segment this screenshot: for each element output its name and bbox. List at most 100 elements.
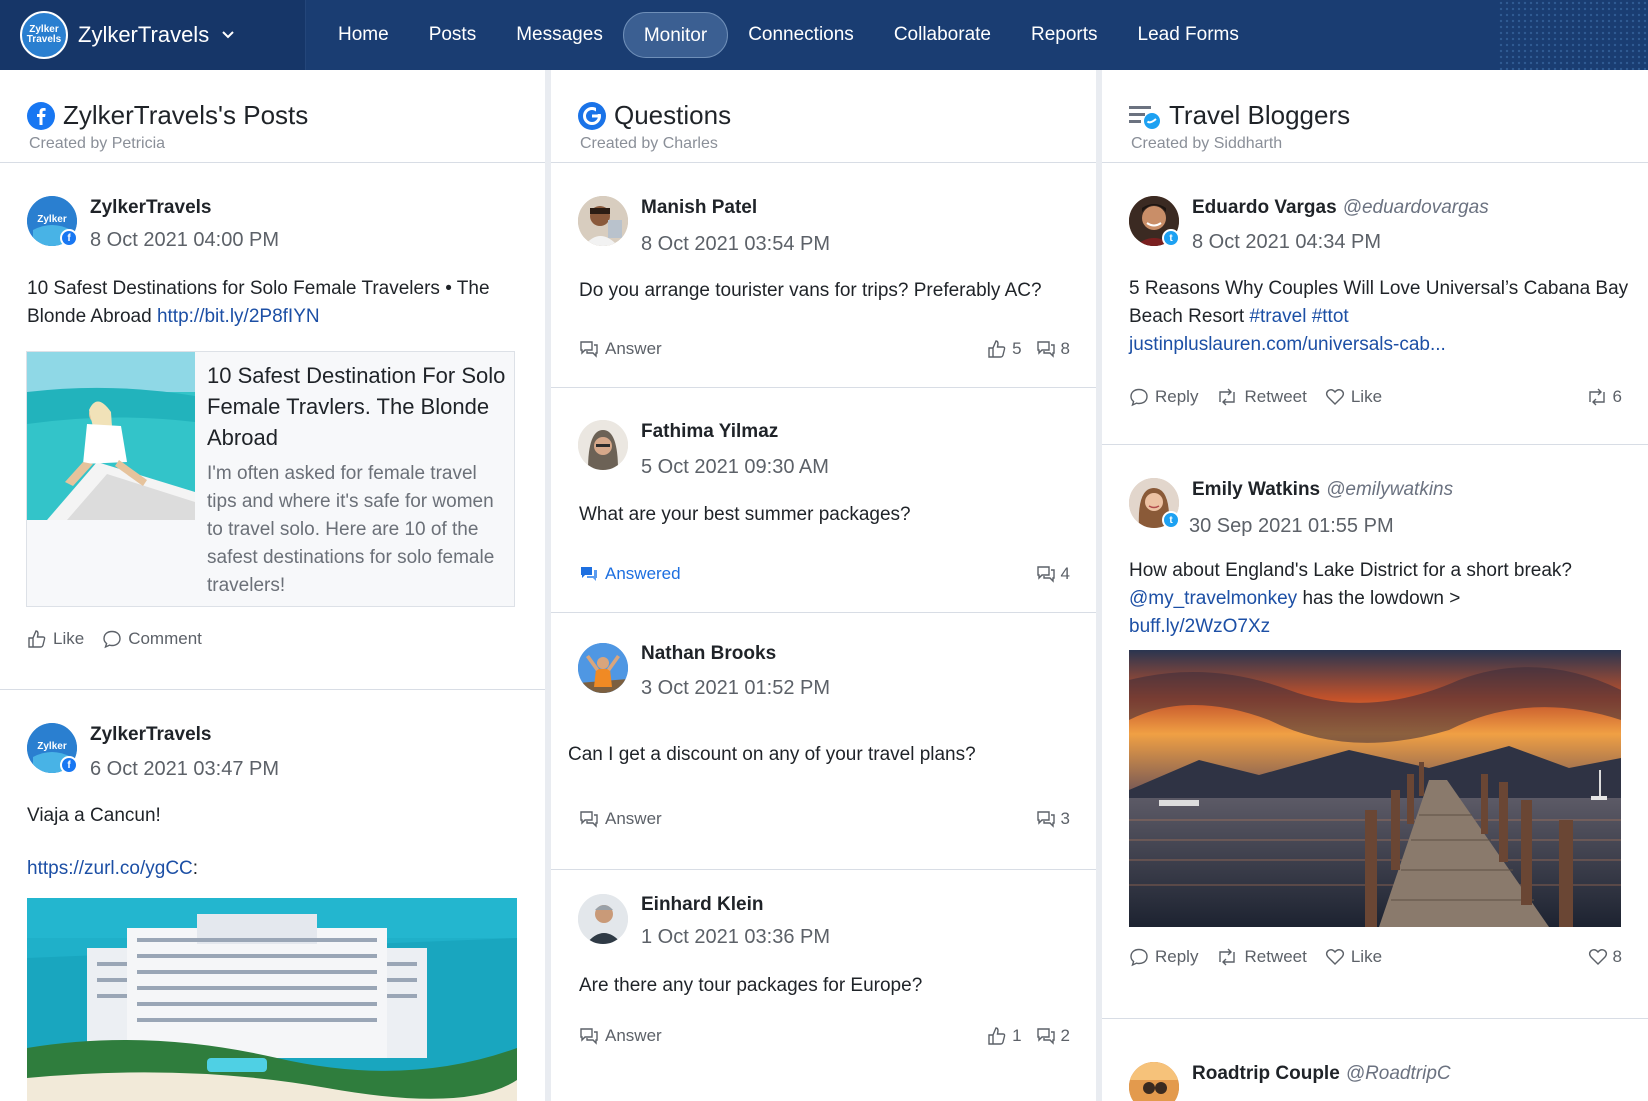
- main-nav: Home Posts Messages Monitor Connections …: [318, 12, 1259, 58]
- post-link[interactable]: http://bit.ly/2P8fIYN: [157, 306, 320, 327]
- question-author[interactable]: Fathima Yilmaz: [641, 421, 778, 443]
- comments-count: 2: [1036, 1026, 1070, 1046]
- nav-reports[interactable]: Reports: [1011, 12, 1118, 58]
- retweet-count: 6: [1586, 387, 1622, 407]
- comments-count: 4: [1036, 564, 1070, 584]
- comment-icon: [103, 630, 121, 649]
- retweet-button[interactable]: Retweet: [1216, 947, 1307, 967]
- column-title: Travel Bloggers: [1169, 100, 1351, 130]
- mention-link[interactable]: @my_travelmonkey: [1129, 588, 1297, 609]
- comment-button[interactable]: Comment: [102, 629, 202, 649]
- avatar: [578, 894, 628, 944]
- question-text: Do you arrange tourister vans for trips?…: [579, 280, 1042, 301]
- stream-column-facebook: ZylkerTravels's Posts Created by Petrici…: [0, 70, 545, 1101]
- retweet-icon: [1588, 388, 1605, 406]
- reply-button[interactable]: Reply: [1129, 947, 1198, 967]
- link-preview-card[interactable]: 10 Safest Destination For Solo Female Tr…: [26, 351, 515, 607]
- google-icon: [578, 101, 606, 130]
- column-creator: Created by Petricia: [29, 135, 166, 152]
- top-navigation-bar: Zylker Travels ZylkerTravels Home Posts …: [0, 0, 1648, 70]
- hashtag-link[interactable]: #travel #ttot: [1249, 306, 1348, 327]
- like-button[interactable]: Like: [1325, 947, 1382, 967]
- tweet-link[interactable]: buff.ly/2WzO7Xz: [1129, 616, 1270, 637]
- post-author[interactable]: ZylkerTravels: [90, 724, 211, 746]
- question-stats: 4: [1022, 564, 1070, 584]
- answered-status[interactable]: Answered: [579, 564, 681, 584]
- avatar: [578, 420, 628, 470]
- nav-lead-forms[interactable]: Lead Forms: [1118, 12, 1259, 58]
- question-time: 1 Oct 2021 03:36 PM: [641, 926, 831, 948]
- nav-connections[interactable]: Connections: [728, 12, 874, 58]
- like-count: 8: [1588, 947, 1622, 967]
- tweet-link[interactable]: justinpluslauren.com/universals-cab...: [1129, 334, 1446, 355]
- nav-messages[interactable]: Messages: [496, 12, 623, 58]
- nav-posts[interactable]: Posts: [409, 12, 497, 58]
- question-card: Nathan Brooks 3 Oct 2021 01:52 PM Can I …: [551, 613, 1096, 870]
- heart-icon: [1325, 389, 1344, 405]
- tweet-author[interactable]: Roadtrip Couple @RoadtripC: [1192, 1063, 1451, 1085]
- question-author[interactable]: Manish Patel: [641, 197, 757, 219]
- stream-column-questions: Questions Created by Charles Manish Pate…: [551, 70, 1096, 1101]
- post-author[interactable]: ZylkerTravels: [90, 197, 211, 219]
- question-card: Einhard Klein 1 Oct 2021 03:36 PM Are th…: [551, 870, 1096, 1100]
- post-image[interactable]: [27, 898, 517, 1101]
- post-text: 10 Safest Destinations for Solo Female T…: [27, 278, 490, 327]
- link-preview-image: [27, 352, 195, 520]
- tweet-handle[interactable]: @eduardovargas: [1343, 197, 1489, 218]
- tweet-author[interactable]: Eduardo Vargas @eduardovargas: [1192, 197, 1489, 219]
- tweet-image[interactable]: [1129, 650, 1621, 927]
- tweet-actions: Reply Retweet Like: [1129, 947, 1400, 967]
- answer-button[interactable]: Answer: [579, 1026, 662, 1046]
- thumbs-up-icon: [28, 630, 46, 648]
- post-card: Zylker f ZylkerTravels 8 Oct 2021 04:00 …: [0, 163, 545, 690]
- facebook-badge-icon: f: [60, 229, 78, 247]
- link-preview-description: I'm often asked for female travel tips a…: [207, 463, 495, 596]
- tweet-handle[interactable]: @RoadtripC: [1346, 1063, 1451, 1084]
- reply-button[interactable]: Reply: [1129, 387, 1198, 407]
- question-actions: Answered: [579, 564, 699, 584]
- tweet-handle[interactable]: @emilywatkins: [1326, 479, 1453, 500]
- post-text: Viaja a Cancun!: [27, 805, 161, 826]
- nav-home[interactable]: Home: [318, 12, 409, 58]
- brand-logo: Zylker Travels: [20, 11, 68, 59]
- answer-button[interactable]: Answer: [579, 339, 662, 359]
- tweet-card: Roadtrip Couple @RoadtripC: [1102, 1019, 1648, 1101]
- like-button[interactable]: Like: [27, 629, 84, 649]
- svg-text:Zylker: Zylker: [37, 214, 67, 225]
- avatar: [578, 643, 628, 693]
- thumbs-up-icon: [988, 340, 1006, 358]
- column-header: ZylkerTravels's Posts Created by Petrici…: [0, 70, 545, 163]
- avatar: [578, 196, 628, 246]
- question-stats: 1 2: [973, 1026, 1070, 1046]
- tweet-card: t Eduardo Vargas @eduardovargas 8 Oct 202…: [1102, 163, 1648, 445]
- twitter-list-icon: [1129, 102, 1161, 130]
- post-card: Zylker f ZylkerTravels 6 Oct 2021 03:47 …: [0, 690, 545, 1101]
- question-author[interactable]: Nathan Brooks: [641, 643, 776, 665]
- post-link[interactable]: https://zurl.co/ygCC: [27, 858, 193, 879]
- question-text: What are your best summer packages?: [579, 504, 911, 525]
- svg-text:Zylker: Zylker: [37, 741, 67, 752]
- post-actions: Like Comment: [27, 629, 220, 649]
- nav-monitor[interactable]: Monitor: [622, 12, 729, 58]
- retweet-button[interactable]: Retweet: [1216, 387, 1307, 407]
- question-actions: Answer: [579, 809, 680, 829]
- question-text: Are there any tour packages for Europe?: [579, 975, 923, 996]
- heart-icon: [1588, 949, 1607, 965]
- post-link-line: https://zurl.co/ygCC:: [27, 858, 199, 879]
- tweet-time: 8 Oct 2021 04:34 PM: [1192, 231, 1382, 253]
- question-time: 8 Oct 2021 03:54 PM: [641, 233, 831, 255]
- twitter-badge-icon: t: [1162, 511, 1180, 529]
- nav-collaborate[interactable]: Collaborate: [874, 12, 1011, 58]
- question-author[interactable]: Einhard Klein: [641, 894, 763, 916]
- reply-icon: [1130, 948, 1148, 967]
- answer-button[interactable]: Answer: [579, 809, 662, 829]
- brand-name: ZylkerTravels: [78, 22, 210, 47]
- avatar: [1129, 1062, 1179, 1101]
- question-stats: 5 8: [973, 339, 1070, 359]
- twitter-badge-icon: t: [1162, 229, 1180, 247]
- brand-switcher[interactable]: Zylker Travels ZylkerTravels: [0, 0, 306, 70]
- like-button[interactable]: Like: [1325, 387, 1382, 407]
- tweet-author[interactable]: Emily Watkins @emilywatkins: [1192, 479, 1453, 501]
- likes-count: 5: [987, 339, 1022, 359]
- thumbs-up-icon: [988, 1027, 1006, 1045]
